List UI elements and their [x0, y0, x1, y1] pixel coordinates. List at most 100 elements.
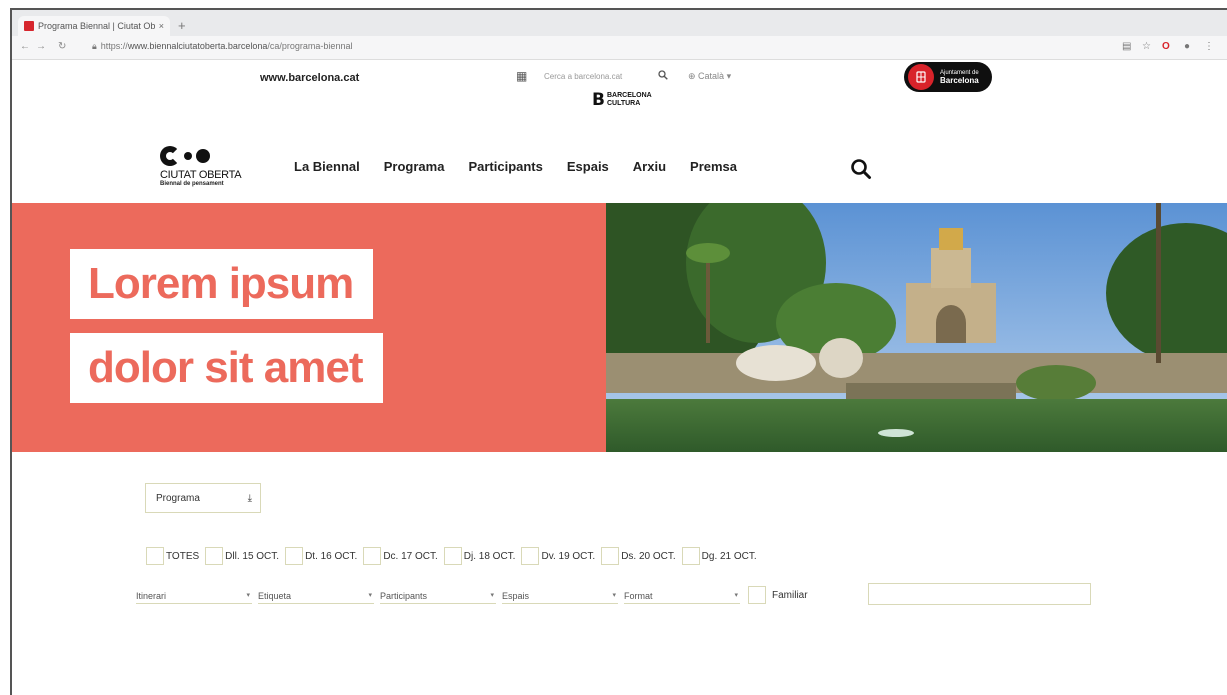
familiar-label: Familiar — [772, 589, 808, 601]
favicon-icon — [24, 21, 34, 31]
day-checkbox[interactable] — [363, 547, 382, 565]
chevron-down-icon: ▾ — [612, 592, 616, 599]
site-topbar: www.barcelona.cat ▦ Cerca a barcelona.ca… — [12, 60, 1227, 130]
b-logo-mark: B — [592, 90, 605, 110]
day-filter: TOTES Dll. 15 OCT. Dt. 16 OCT. Dc. 17 OC… — [146, 547, 763, 565]
site-search-input[interactable]: Cerca a barcelona.cat — [544, 72, 622, 81]
day-filter-item[interactable]: Dll. 15 OCT. — [205, 547, 281, 565]
participants-select[interactable]: Participants ▾ — [380, 591, 496, 604]
chevron-down-icon: ▾ — [734, 592, 738, 599]
opera-icon[interactable]: O — [1162, 41, 1170, 52]
programa-download-select[interactable]: Programa ⤓ — [145, 483, 261, 513]
itinerari-label: Itinerari — [136, 591, 167, 601]
text-search-input[interactable] — [868, 583, 1091, 605]
nav-links: La Biennal Programa Participants Espais … — [294, 159, 737, 174]
day-checkbox[interactable] — [205, 547, 224, 565]
espais-select[interactable]: Espais ▾ — [502, 591, 618, 604]
day-filter-item[interactable]: Dj. 18 OCT. — [443, 547, 518, 565]
day-label: TOTES — [166, 550, 200, 562]
day-label: Dj. 18 OCT. — [463, 550, 516, 562]
hero-banner: Lorem ipsum dolor sit amet — [12, 203, 606, 452]
reader-icon[interactable]: ▤ — [1122, 41, 1131, 52]
barcelona-cultura-text: BARCELONA CULTURA — [606, 92, 652, 107]
day-label: Dc. 17 OCT. — [383, 550, 438, 562]
account-icon[interactable]: ● — [1184, 41, 1190, 52]
participants-label: Participants — [380, 591, 428, 601]
search-icon[interactable] — [850, 158, 872, 180]
itinerari-select[interactable]: Itinerari ▾ — [136, 591, 252, 604]
reload-icon[interactable]: ↻ — [58, 41, 66, 52]
nav-item-espais[interactable]: Espais — [567, 159, 609, 174]
star-icon[interactable]: ☆ — [1142, 41, 1151, 52]
ciutat-oberta-logo[interactable]: CIUTAT OBERTA Biennal de pensament — [160, 145, 270, 187]
nav-item-participants[interactable]: Participants — [468, 159, 542, 174]
download-icon: ⤓ — [247, 492, 252, 504]
day-label: Dg. 21 OCT. — [701, 550, 757, 562]
forward-icon[interactable]: → — [36, 41, 46, 52]
logo-marks — [160, 145, 270, 167]
ajuntament-text: Ajuntament de Barcelona — [940, 70, 979, 85]
browser-window: Programa Biennal | Ciutat Obe × + ← → ↻ … — [10, 8, 1227, 695]
search-icon[interactable] — [658, 70, 668, 80]
language-label: Català — [698, 71, 725, 81]
chevron-down-icon: ▾ — [246, 592, 250, 599]
logo-subtitle: Biennal de pensament — [160, 181, 224, 187]
hero-title-line-1: Lorem ipsum — [70, 249, 374, 319]
address-bar: ← → ↻ 🔒︎ https://www.biennalciutatoberta.… — [12, 36, 1227, 60]
logo-dot — [184, 152, 192, 160]
espais-label: Espais — [502, 591, 530, 601]
day-checkbox[interactable] — [146, 547, 164, 565]
cascada-fountain-image — [606, 203, 1227, 452]
chevron-down-icon: ▾ — [490, 592, 494, 599]
day-checkbox[interactable] — [285, 547, 304, 565]
url-host: www.biennalciutatoberta.barcelona — [127, 41, 268, 51]
new-tab-button[interactable]: + — [178, 18, 186, 33]
day-checkbox[interactable] — [681, 547, 700, 565]
day-filter-item[interactable]: Dc. 17 OCT. — [363, 547, 439, 565]
back-icon[interactable]: ← — [20, 41, 30, 52]
format-select[interactable]: Format ▾ — [624, 591, 740, 604]
globe-icon: ⊕ — [688, 71, 699, 81]
tab-bar: Programa Biennal | Ciutat Obe × + — [12, 10, 1227, 36]
familiar-checkbox[interactable] — [748, 586, 766, 604]
ajuntament-logo[interactable]: Ajuntament de Barcelona — [904, 62, 992, 92]
hero-photo — [606, 203, 1227, 452]
barcelona-cat-link[interactable]: www.barcelona.cat — [260, 72, 359, 84]
format-label: Format — [624, 591, 653, 601]
day-filter-item[interactable]: Dv. 19 OCT. — [521, 547, 597, 565]
day-label: Dt. 16 OCT. — [305, 550, 358, 562]
day-filter-item[interactable]: Dg. 21 OCT. — [681, 547, 759, 565]
hero-title-line-2: dolor sit amet — [70, 333, 383, 403]
day-filter-item[interactable]: Dt. 16 OCT. — [285, 547, 359, 565]
main-navigation: CIUTAT OBERTA Biennal de pensament La Bi… — [12, 140, 1227, 200]
apps-grid-icon[interactable]: ▦ — [516, 69, 527, 83]
language-selector[interactable]: ⊕ Català ▾ — [688, 71, 731, 82]
menu-icon[interactable]: ⋮ — [1204, 41, 1214, 52]
nav-item-programa[interactable]: Programa — [384, 159, 445, 174]
familiar-filter[interactable]: Familiar — [746, 586, 808, 604]
day-label: Ds. 20 OCT. — [621, 550, 676, 562]
day-checkbox[interactable] — [521, 547, 540, 565]
barcelona-cultura-logo[interactable]: B BARCELONA CULTURA — [592, 90, 652, 110]
ajuntament-seal-icon — [908, 64, 934, 90]
logo-c-mark — [160, 146, 180, 166]
etiqueta-label: Etiqueta — [258, 591, 292, 601]
chevron-down-icon: ▾ — [368, 592, 372, 599]
nav-item-premsa[interactable]: Premsa — [690, 159, 737, 174]
logo-name: CIUTAT OBERTA — [160, 169, 242, 181]
close-tab-icon[interactable]: × — [159, 21, 164, 31]
browser-tab[interactable]: Programa Biennal | Ciutat Obe × — [18, 16, 170, 36]
etiqueta-select[interactable]: Etiqueta ▾ — [258, 591, 374, 604]
day-checkbox[interactable] — [443, 547, 462, 565]
category-filters: Itinerari ▾ Etiqueta ▾ Participants ▾ Espai… — [136, 586, 808, 604]
day-checkbox[interactable] — [601, 547, 620, 565]
url-field[interactable]: 🔒︎ https://www.biennalciutatoberta.barcel… — [92, 41, 352, 52]
url-scheme: https:// — [100, 41, 128, 51]
day-filter-item[interactable]: TOTES — [146, 547, 201, 565]
programa-select-label: Programa — [156, 492, 200, 504]
tab-title: Programa Biennal | Ciutat Obe — [38, 21, 155, 31]
day-label: Dv. 19 OCT. — [541, 550, 596, 562]
day-filter-item[interactable]: Ds. 20 OCT. — [601, 547, 677, 565]
nav-item-arxiu[interactable]: Arxiu — [633, 159, 666, 174]
nav-item-la-biennal[interactable]: La Biennal — [294, 159, 360, 174]
